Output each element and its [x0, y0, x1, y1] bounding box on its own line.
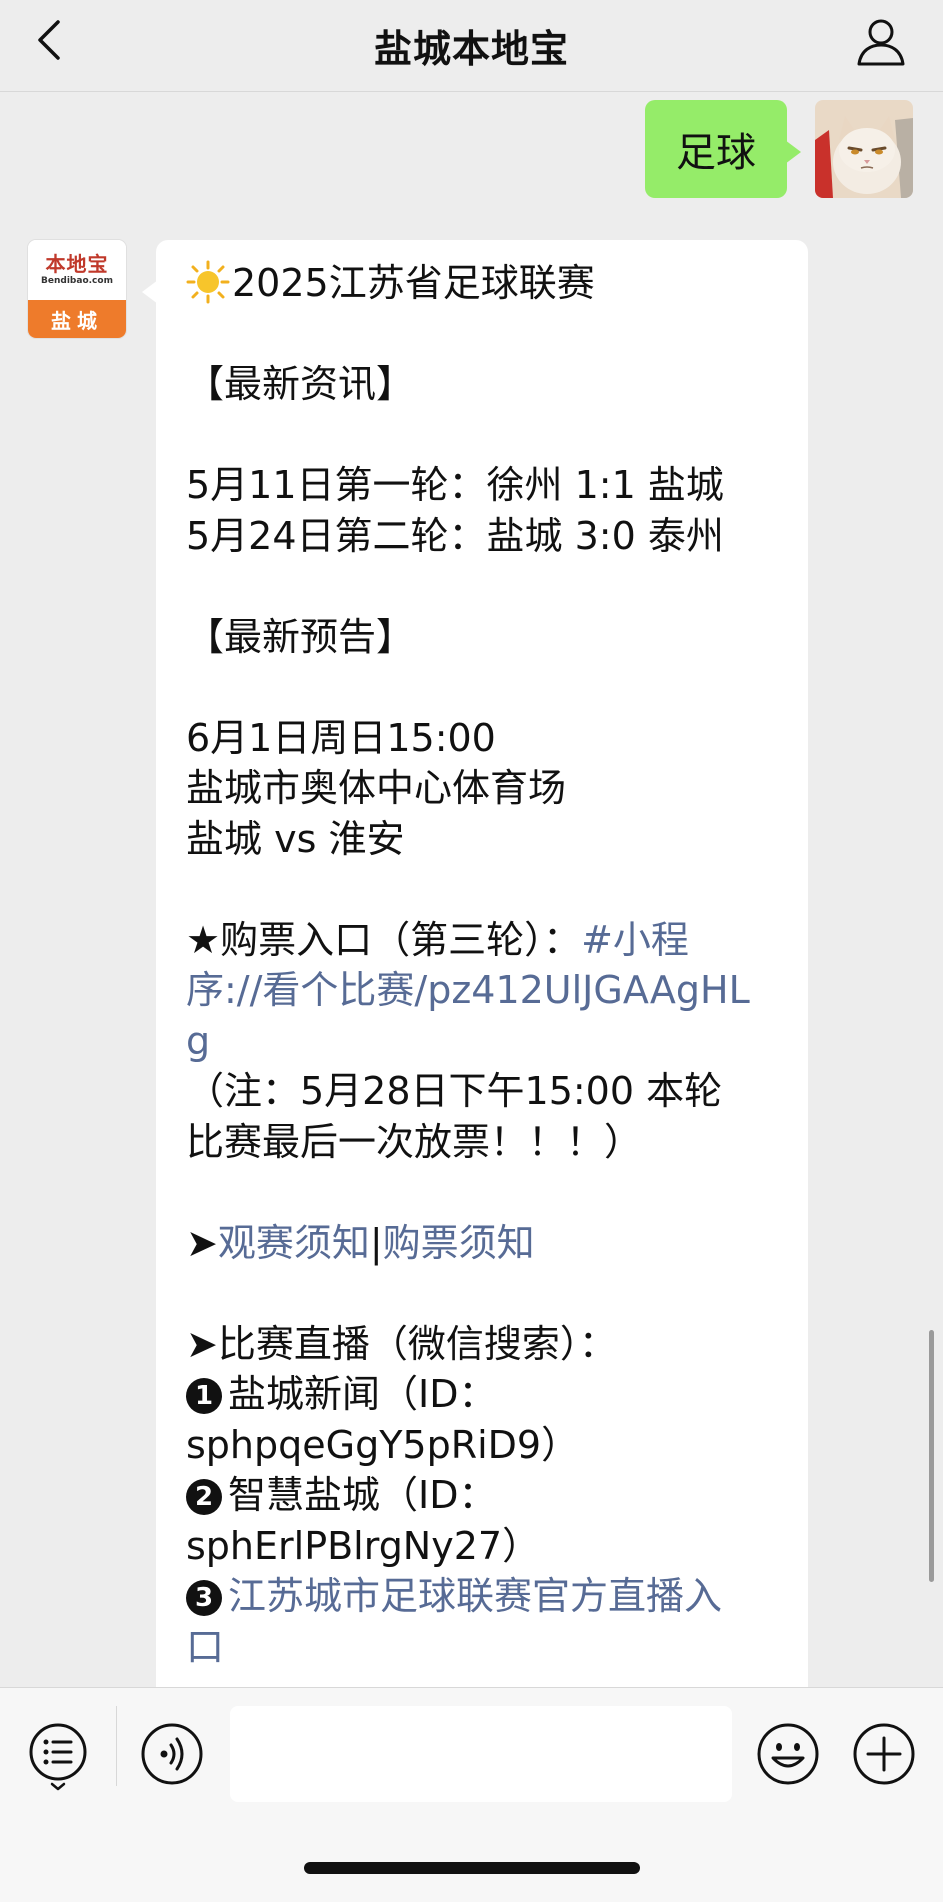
message-title-line: 2025江苏省足球联赛	[186, 258, 778, 309]
outgoing-message-text: 足球	[676, 130, 756, 176]
voice-icon	[141, 1723, 203, 1785]
bendibao-logo: 本地宝 Bendibao.com	[28, 240, 126, 300]
live-item-1: 1 盐城新闻（ID：	[186, 1369, 778, 1420]
sun-icon	[186, 260, 230, 304]
live-heading: ➤比赛直播（微信搜索）：	[186, 1321, 617, 1366]
arrow-bullet: ➤	[186, 1220, 218, 1265]
ticket-line: ★购票入口（第三轮）：#小程	[186, 915, 778, 966]
live-item-2-name: 智慧盐城（ID：	[228, 1473, 497, 1517]
plus-icon	[853, 1723, 915, 1785]
smiley-icon	[757, 1723, 819, 1785]
top-bar: 盐城本地宝	[0, 0, 943, 92]
ticket-label: ★购票入口（第三轮）：	[186, 917, 582, 962]
outgoing-bubble-tail	[785, 140, 801, 164]
page-title: 盐城本地宝	[373, 27, 569, 71]
voice-button[interactable]	[140, 1722, 204, 1786]
preview-time: 6月1日周日15:00	[186, 715, 496, 760]
logo-text: 本地宝	[45, 252, 109, 276]
service-menu-button[interactable]	[28, 1722, 88, 1792]
preview-venue: 盐城市奥体中心体育场	[186, 766, 567, 810]
news-heading: 【最新资讯】	[186, 362, 415, 406]
ticket-link-end[interactable]: g	[186, 1016, 778, 1067]
logo-subtext: Bendibao.com	[41, 276, 113, 286]
live-item-1-id: sphpqeGgY5pRiD9）	[186, 1422, 580, 1467]
logo-city: 盐城	[28, 300, 126, 338]
buy-rules-link[interactable]: 购票须知	[383, 1221, 535, 1265]
note-line-1: （注：5月28日下午15:00 本轮	[186, 1069, 723, 1113]
list-menu-icon	[29, 1723, 87, 1791]
live-item-3: 3 江苏城市足球联赛官方直播入	[186, 1571, 778, 1622]
news-item-1: 5月11日第一轮：徐州 1:1 盐城	[186, 463, 724, 507]
ticket-link-cont[interactable]: 序://看个比赛/pz412UlJGAAgHL	[186, 965, 778, 1016]
number-3-icon: 3	[186, 1580, 222, 1616]
message-input[interactable]	[230, 1706, 732, 1802]
chat-info-button[interactable]	[853, 14, 909, 70]
preview-match: 盐城 vs 淮安	[186, 816, 405, 861]
live-item-1-name: 盐城新闻（ID：	[228, 1372, 497, 1416]
number-2-icon: 2	[186, 1479, 222, 1515]
news-item-2: 5月24日第二轮：盐城 3:0 泰州	[186, 513, 724, 558]
link-separator: |	[369, 1220, 383, 1265]
scrollbar[interactable]	[929, 1330, 934, 1582]
emoji-button[interactable]	[756, 1722, 820, 1786]
preview-heading: 【最新预告】	[186, 614, 415, 659]
message-title: 2025江苏省足球联赛	[232, 261, 595, 305]
watch-rules-link[interactable]: 观赛须知	[218, 1221, 370, 1265]
user-avatar[interactable]	[815, 100, 913, 198]
cat-avatar-image	[815, 100, 913, 198]
person-icon	[857, 19, 905, 66]
more-button[interactable]	[852, 1722, 916, 1786]
note-line-2: 比赛最后一次放票！！！）	[186, 1119, 643, 1164]
divider	[116, 1706, 117, 1786]
live-stream-link-cont[interactable]: 口	[186, 1622, 778, 1673]
ticket-link[interactable]: #小程	[581, 918, 689, 962]
rules-line: ➤观赛须知|购票须知	[186, 1218, 778, 1269]
number-1-icon: 1	[186, 1378, 222, 1414]
live-stream-link[interactable]: 江苏城市足球联赛官方直播入	[228, 1574, 722, 1618]
home-indicator[interactable]	[304, 1862, 640, 1874]
live-item-2: 2 智慧盐城（ID：	[186, 1470, 778, 1521]
incoming-message[interactable]: 2025江苏省足球联赛 【最新资讯】 5月11日第一轮：徐州 1:1 盐城 5月…	[156, 240, 808, 1687]
chat-area[interactable]: 足球 本地宝 Bendibao.com 盐城 2025江苏省足球联赛 【最新资讯…	[0, 92, 943, 1687]
live-item-2-id: sphErlPBlrgNy27）	[186, 1523, 541, 1568]
bendibao-avatar[interactable]: 本地宝 Bendibao.com 盐城	[28, 240, 126, 338]
outgoing-message[interactable]: 足球	[645, 100, 787, 198]
